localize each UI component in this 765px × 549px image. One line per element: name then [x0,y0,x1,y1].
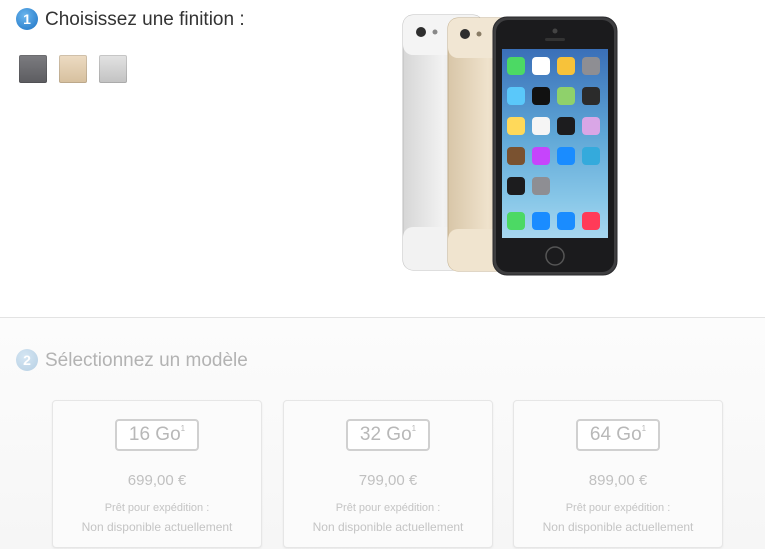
model-card-16[interactable]: 16 Go1 699,00 € Prêt pour expédition : N… [52,400,262,548]
shipping-label: Prêt pour expédition : [335,502,441,514]
shipping-label: Prêt pour expédition : [565,502,671,514]
iphone-product-image [402,14,618,276]
app-store-app-icon [557,147,575,165]
phone-screen [502,49,608,238]
photos-app-icon [557,57,575,75]
shipping-status: Non disponible actuellement [312,520,464,534]
step2-title: Sélectionnez un modèle [45,350,248,371]
videos-app-icon [582,87,600,105]
settings-app-icon [532,177,550,195]
shipping-status: Non disponible actuellement [542,520,694,534]
weather-app-icon [507,87,525,105]
music-app-icon [582,212,600,230]
stocks-app-icon [557,117,575,135]
capacity-label: 32 Go1 [346,419,430,451]
finish-swatch-silver[interactable] [99,55,127,83]
newsstand-app-icon [507,147,525,165]
passbook-app-icon [582,147,600,165]
clock-app-icon [532,87,550,105]
step2-badge: 2 [16,349,38,371]
calendar-app-icon [532,57,550,75]
shipping-label: Prêt pour expédition : [104,502,210,514]
home-button [545,246,565,266]
model-card-64[interactable]: 64 Go1 899,00 € Prêt pour expédition : N… [513,400,723,548]
model-price: 899,00 € [588,472,648,489]
game-center-app-icon [582,117,600,135]
phone-app-icon [507,212,525,230]
itunes-store-app-icon [532,147,550,165]
step1-title: Choisissez une finition : [45,9,245,30]
camera-app-icon [582,57,600,75]
notes-app-icon [507,117,525,135]
model-price: 799,00 € [358,472,418,489]
capacity-label: 16 Go1 [115,419,199,451]
finish-swatch-gold[interactable] [59,55,87,83]
capacity-label: 64 Go1 [576,419,660,451]
model-price: 699,00 € [127,472,187,489]
compass-app-icon [507,177,525,195]
reminders-app-icon [532,117,550,135]
maps-app-icon [557,87,575,105]
shipping-status: Non disponible actuellement [81,520,233,534]
safari-app-icon [557,212,575,230]
mail-app-icon [532,212,550,230]
model-card-32[interactable]: 32 Go1 799,00 € Prêt pour expédition : N… [283,400,493,548]
step1-badge: 1 [16,8,38,30]
finish-swatch-space-gray[interactable] [19,55,47,83]
messages-app-icon [507,57,525,75]
